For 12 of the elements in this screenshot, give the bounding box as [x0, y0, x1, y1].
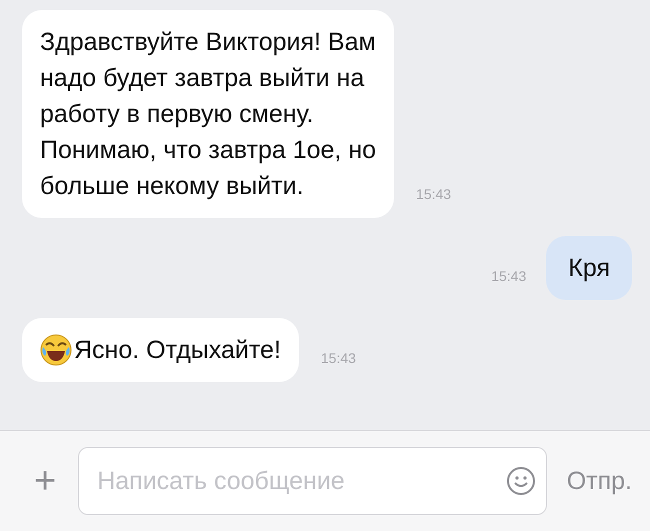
message-input-field[interactable]: Написать сообщение [78, 447, 547, 515]
smiley-icon[interactable] [506, 466, 536, 496]
laughing-emoji-icon [40, 334, 72, 366]
message-text: Здравствуйте Виктория! Вам надо будет завтра выйти на работу в первую смену. Понимаю, что завтра 1ое, но больше некому выйти. [40, 27, 376, 202]
message-text: Ясно. Отдыхайте! [74, 335, 281, 366]
send-button[interactable]: Отпр. [562, 466, 636, 496]
message-input[interactable]: Написать сообщение [95, 466, 506, 496]
message-time: 15:43 [491, 268, 526, 284]
message-time: 15:43 [320, 350, 356, 366]
message-text: Кря [568, 253, 610, 284]
add-button[interactable]: + [28, 460, 62, 502]
message-time: 15:43 [416, 186, 452, 202]
